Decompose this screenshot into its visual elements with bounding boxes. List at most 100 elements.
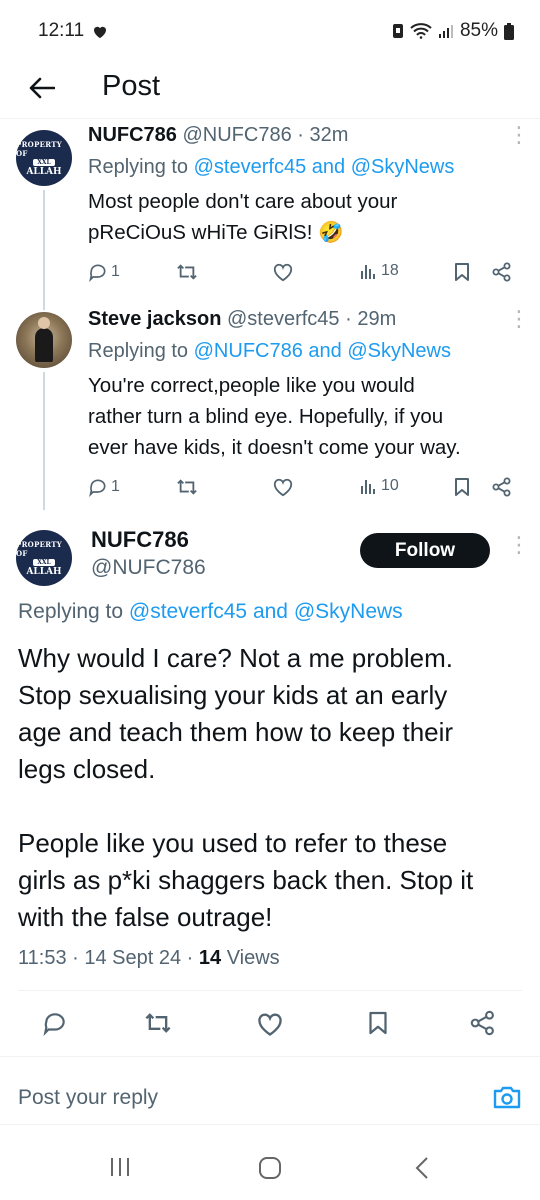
post-text: Why would I care? Not a me problem. Stop… — [18, 640, 533, 936]
mention-joiner: and — [306, 156, 351, 178]
tweet-author-line[interactable]: Steve jackson @steverfc45 · 29m — [88, 308, 396, 331]
reply-divider — [0, 1124, 540, 1125]
tweet-text: Most people don't care about your pReCiO… — [88, 186, 518, 248]
wifi-icon — [410, 23, 432, 39]
mention-link[interactable]: @steverfc45 — [129, 600, 247, 623]
share-icon — [492, 262, 512, 282]
timestamp: · 29m — [345, 308, 397, 330]
mention-link[interactable]: @NUFC786 — [194, 340, 303, 362]
heart-outline-icon — [272, 262, 294, 282]
share-button[interactable] — [470, 1010, 496, 1036]
back-arrow-icon[interactable] — [22, 68, 62, 108]
mention-link[interactable]: @SkyNews — [347, 340, 451, 362]
mention-link[interactable]: @SkyNews — [351, 156, 455, 178]
mention-link[interactable]: @steverfc45 — [194, 156, 307, 178]
battery-icon — [504, 22, 514, 40]
reply-button[interactable] — [42, 1010, 68, 1036]
avatar[interactable]: PROPERTY OF XXL ALLAH — [16, 530, 72, 586]
avatar-logo-text-top: PROPERTY OF — [16, 539, 63, 558]
like-button[interactable] — [256, 1011, 284, 1037]
actions-divider — [0, 1056, 540, 1057]
more-options-icon[interactable]: ⋮ — [508, 308, 530, 330]
repost-button[interactable] — [144, 1010, 172, 1036]
thread-line — [43, 190, 45, 298]
views-button[interactable]: 10 — [360, 477, 399, 495]
share-icon — [470, 1010, 496, 1036]
repost-icon — [176, 262, 198, 282]
tweet-author-line[interactable]: NUFC786 @NUFC786 · 32m — [88, 124, 348, 147]
share-button[interactable] — [492, 262, 512, 282]
tweet-text: You're correct,people like you would rat… — [88, 370, 528, 463]
tweet-text-line: Most people don't care about your — [88, 190, 398, 213]
post-time[interactable]: 11:53 — [18, 947, 67, 969]
tweet-text-line: ever have kids, it doesn't come your way… — [88, 436, 461, 459]
avatar-logo-text-top: PROPERTY OF — [16, 139, 63, 158]
comment-icon — [88, 262, 108, 282]
recent-apps-icon[interactable] — [108, 1156, 132, 1178]
reply-count: 1 — [111, 263, 120, 280]
repost-icon — [176, 477, 198, 497]
bookmark-button[interactable] — [454, 477, 470, 497]
replying-to-prefix: Replying to — [18, 600, 129, 623]
timestamp: · 32m — [297, 124, 349, 146]
bookmark-icon — [454, 262, 470, 282]
views-button[interactable]: 18 — [360, 262, 399, 280]
avatar[interactable] — [16, 312, 72, 368]
status-indicators: 85% — [392, 20, 514, 42]
battery-percent: 85% — [459, 20, 498, 41]
home-icon[interactable] — [258, 1156, 282, 1180]
post-text-line: Why would I care? Not a me problem. — [18, 643, 453, 673]
replying-to: Replying to @steverfc45 and @SkyNews — [88, 156, 454, 179]
status-time: 12:11 — [38, 20, 85, 41]
tweet-text-line: You're correct,people like you would — [88, 374, 415, 397]
reply-button[interactable]: 1 — [88, 262, 120, 282]
post-text-line: with the false outrage! — [18, 902, 273, 932]
more-options-icon[interactable]: ⋮ — [508, 534, 530, 556]
replying-to-prefix: Replying to — [88, 156, 194, 178]
avatar-person — [35, 317, 53, 362]
like-button[interactable] — [272, 477, 294, 497]
comment-icon — [88, 477, 108, 497]
back-nav-icon[interactable] — [414, 1156, 430, 1180]
mention-joiner: and — [302, 340, 348, 362]
tweet-text-line: rather turn a blind eye. Hopefully, if y… — [88, 405, 444, 428]
views-count: 14 — [198, 947, 222, 969]
avatar-logo-text-bottom: ALLAH — [26, 166, 62, 177]
meta-divider — [18, 990, 522, 991]
bookmark-button[interactable] — [368, 1010, 388, 1036]
views-count: 10 — [381, 477, 399, 494]
camera-icon[interactable] — [492, 1084, 522, 1110]
more-options-icon[interactable]: ⋮ — [508, 124, 530, 146]
display-name[interactable]: NUFC786 — [91, 527, 189, 553]
avatar-logo-text-middle: XXL — [33, 158, 55, 166]
signal-icon — [438, 23, 454, 39]
reply-input[interactable]: Post your reply — [18, 1086, 158, 1110]
post-text-line: People like you used to refer to these — [18, 828, 448, 858]
thread-line — [43, 298, 45, 310]
share-icon — [492, 477, 512, 497]
status-bar: 12:11 85% — [0, 0, 540, 60]
post-metadata: 11:53 · 14 Sept 24 · 14 Views — [18, 947, 280, 970]
post-text-line: girls as p*ki shaggers back then. Stop i… — [18, 865, 474, 895]
mention-link[interactable]: @SkyNews — [294, 600, 403, 623]
heart-outline-icon — [256, 1011, 284, 1037]
handle: @NUFC786 — [182, 124, 292, 146]
share-button[interactable] — [492, 477, 512, 497]
top-app-bar: Post — [0, 60, 540, 116]
reply-button[interactable]: 1 — [88, 477, 120, 497]
post-text-line: Stop sexualising your kids at an early — [18, 680, 448, 710]
repost-button[interactable] — [176, 262, 198, 282]
post-date: · 14 Sept 24 · — [72, 947, 194, 969]
repost-button[interactable] — [176, 477, 198, 497]
reply-count: 1 — [111, 478, 120, 495]
follow-button[interactable]: Follow — [360, 533, 490, 568]
replying-to-prefix: Replying to — [88, 340, 194, 362]
handle[interactable]: @NUFC786 — [91, 556, 206, 580]
views-count: 18 — [381, 262, 399, 279]
bookmark-icon — [368, 1010, 388, 1036]
thread-line — [43, 372, 45, 510]
like-button[interactable] — [272, 262, 294, 282]
avatar[interactable]: PROPERTY OF XXL ALLAH — [16, 130, 72, 186]
replying-to: Replying to @steverfc45 and @SkyNews — [18, 600, 403, 624]
bookmark-button[interactable] — [454, 262, 470, 282]
